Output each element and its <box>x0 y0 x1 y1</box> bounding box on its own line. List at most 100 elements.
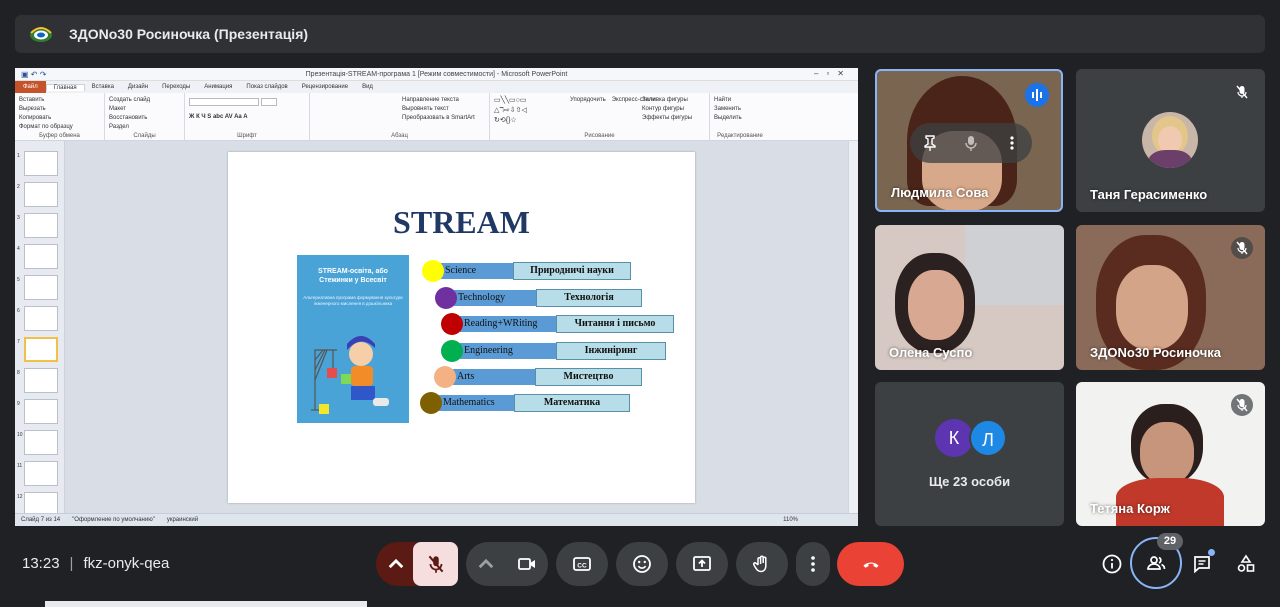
slide-thumbnail[interactable] <box>24 244 58 269</box>
ppt-tab-insert[interactable]: Вставка <box>85 84 121 90</box>
paste-button[interactable]: Вставить <box>19 96 100 105</box>
text-direction-button[interactable]: Направление текста <box>314 96 485 105</box>
font-format-icons[interactable]: Ж К Ч S abc AV Aa A <box>189 113 305 122</box>
ppt-tab-home[interactable]: Главная <box>45 83 85 91</box>
leave-call-button[interactable] <box>837 542 904 586</box>
slide-scrollbar[interactable] <box>848 141 858 513</box>
shape-effects-button[interactable]: Эффекты фигуры <box>642 114 692 123</box>
ppt-tab-design[interactable]: Дизайн <box>121 84 155 90</box>
ppt-tab-view[interactable]: Вид <box>355 84 380 90</box>
stream-row-bullet <box>422 260 444 282</box>
section-button[interactable]: Раздел <box>109 123 180 132</box>
camera-icon <box>518 558 535 570</box>
activities-icon <box>1237 554 1255 572</box>
find-button[interactable]: Найти <box>714 96 766 105</box>
font-name-select[interactable] <box>189 98 259 106</box>
slide-thumbnail[interactable] <box>24 430 58 455</box>
slide-thumbnail[interactable] <box>24 182 58 207</box>
hand-icon <box>753 555 767 573</box>
ppt-tab-transitions[interactable]: Переходы <box>155 84 197 90</box>
video-options-chevron-icon[interactable] <box>466 553 506 575</box>
participant-count-badge: 29 <box>1157 533 1183 550</box>
new-slide-button[interactable]: Создать слайд <box>109 96 180 105</box>
others-tile[interactable]: К Л Ще 23 особи <box>875 382 1064 526</box>
slide-thumbnail[interactable] <box>24 492 58 513</box>
meeting-details-button[interactable] <box>1097 549 1127 579</box>
stream-row: Engineering Інжиніринг <box>228 340 695 362</box>
camera-control-group <box>466 542 548 586</box>
format-painter-button[interactable]: Формат по образцу <box>19 123 100 132</box>
meeting-header: ЗДОNo30 Росиночка (Презентація) <box>15 15 1265 53</box>
captions-button[interactable]: CC <box>556 542 608 586</box>
slide-thumbnail[interactable] <box>24 337 58 362</box>
others-count-label: Ще 23 особи <box>928 474 1011 489</box>
participant-name: ЗДОNo30 Росиночка <box>1090 345 1222 360</box>
raise-hand-button[interactable] <box>736 542 788 586</box>
participant-tile-1[interactable]: Людмила Сова <box>875 69 1063 212</box>
mute-participant-icon[interactable] <box>962 134 980 152</box>
ppt-tab-file[interactable]: Файл <box>15 81 46 93</box>
stream-row: Science Природничі науки <box>228 260 695 282</box>
hang-up-icon <box>862 562 879 568</box>
present-button[interactable] <box>676 542 728 586</box>
thumbnail-number: 4 <box>17 246 20 252</box>
slide-thumbnail[interactable] <box>24 368 58 393</box>
slide-thumbnail[interactable] <box>24 275 58 300</box>
thumbnail-number: 5 <box>17 277 20 283</box>
shapes-gallery-icon[interactable]: ▭╲╲▭○▭ △ℸ⇨⇩⇧◁ ↻⟲{}☆ <box>494 96 564 126</box>
ppt-statusbar: Слайд 7 из 14 "Оформление по умолчанию" … <box>15 513 858 526</box>
participant-tile-3[interactable]: Олена Суспо <box>875 225 1064 370</box>
slide-thumbnail[interactable] <box>24 306 58 331</box>
smartart-button[interactable]: Преобразовать в SmartArt <box>314 114 485 123</box>
copy-button[interactable]: Копировать <box>19 114 100 123</box>
ribbon-cap-drawing: Рисование <box>584 133 615 139</box>
select-button[interactable]: Выделить <box>714 114 766 123</box>
ribbon-cap-slides: Слайды <box>133 133 156 139</box>
more-options-button[interactable] <box>796 542 830 586</box>
meeting-code: fkz-onyk-qea <box>83 555 170 572</box>
participant-name: Таня Герасименко <box>1090 187 1208 202</box>
slide-thumbnail[interactable] <box>24 461 58 486</box>
participant-tile-4[interactable]: ЗДОNo30 Росиночка <box>1076 225 1265 370</box>
participant-tile-2[interactable]: Таня Герасименко <box>1076 69 1265 212</box>
ppt-tab-slideshow[interactable]: Показ слайдов <box>239 84 294 90</box>
layout-button[interactable]: Макет <box>109 105 180 114</box>
meeting-time: 13:23 <box>22 555 60 572</box>
align-text-button[interactable]: Выровнять текст <box>314 105 485 114</box>
stream-row-english: Science <box>441 263 521 279</box>
replace-button[interactable]: Заменить <box>714 105 766 114</box>
ppt-tab-animation[interactable]: Анимация <box>197 84 239 90</box>
activities-button[interactable] <box>1231 549 1261 579</box>
arrange-button[interactable]: Упорядочить <box>564 96 606 105</box>
zoom-level[interactable]: 110% <box>783 517 798 523</box>
camera-toggle-button[interactable] <box>506 553 548 575</box>
shape-outline-button[interactable]: Контур фигуры <box>642 105 692 114</box>
stream-row-bullet <box>441 313 463 335</box>
ppt-tab-review[interactable]: Рецензирование <box>295 84 355 90</box>
thumbnail-number: 2 <box>17 184 20 190</box>
participant-tile-6[interactable]: Тетяна Корж <box>1076 382 1265 526</box>
present-screen-icon <box>693 556 711 571</box>
slide-thumbnail[interactable] <box>24 213 58 238</box>
slide-thumbnail[interactable] <box>24 151 58 176</box>
ribbon-group-editing: Найти Заменить Выделить Редактирование <box>710 93 770 140</box>
mic-off-icon <box>1231 394 1253 416</box>
mic-off-icon <box>428 555 443 573</box>
reset-button[interactable]: Восстановить <box>109 114 180 123</box>
pin-icon[interactable] <box>921 134 939 152</box>
chat-button[interactable] <box>1187 549 1217 579</box>
ppt-ribbon-tabs: Файл Главная Вставка Дизайн Переходы Ани… <box>15 81 858 93</box>
reactions-button[interactable] <box>616 542 668 586</box>
ribbon-group-drawing: ▭╲╲▭○▭ △ℸ⇨⇩⇧◁ ↻⟲{}☆ Упорядочить Экспресс-с… <box>490 93 710 140</box>
stream-row: Reading+WRiting Читання і письмо <box>228 313 695 335</box>
cut-button[interactable]: Вырезать <box>19 105 100 114</box>
font-size-select[interactable] <box>260 98 277 106</box>
more-options-icon[interactable] <box>1003 134 1021 152</box>
shape-fill-button[interactable]: Заливка фигуры <box>642 96 692 105</box>
slide-thumbnail[interactable] <box>24 399 58 424</box>
stream-row-english: Mathematics <box>439 395 514 411</box>
mic-toggle-button[interactable] <box>413 542 458 586</box>
stream-row-english: Reading+WRiting <box>460 316 556 332</box>
audio-options-chevron-icon[interactable] <box>376 553 416 575</box>
thumbnail-number: 9 <box>17 401 20 407</box>
